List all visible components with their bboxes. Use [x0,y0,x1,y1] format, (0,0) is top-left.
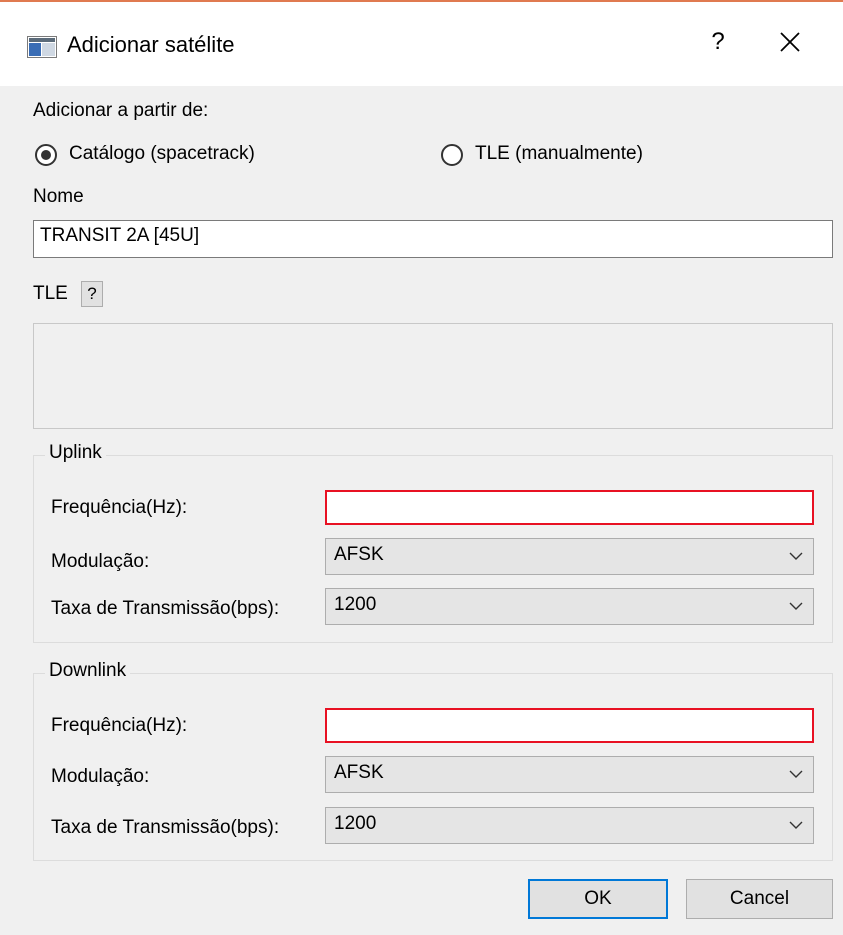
downlink-baud-label: Taxa de Transmissão(bps): [51,817,280,838]
uplink-baud-label: Taxa de Transmissão(bps): [51,598,280,619]
title-bar: Adicionar satélite ? [0,2,843,86]
close-icon[interactable] [776,28,804,56]
uplink-modulation-label: Modulação: [51,551,150,572]
radio-catalog-label[interactable]: Catálogo (spacetrack) [69,143,255,165]
dialog-body: Adicionar a partir de: Catálogo (spacetr… [0,86,843,935]
app-window-icon [27,36,57,58]
title-help-button[interactable]: ? [706,28,730,56]
downlink-modulation-label: Modulação: [51,766,150,787]
chevron-down-icon [789,770,803,778]
radio-manual-tle-label[interactable]: TLE (manualmente) [475,143,643,165]
radio-selected-dot [41,150,51,160]
uplink-frequency-field[interactable] [325,490,814,525]
source-label: Adicionar a partir de: [33,100,209,121]
ok-button[interactable]: OK [528,879,668,919]
downlink-baud-value: 1200 [334,813,377,834]
name-label: Nome [33,186,84,207]
downlink-modulation-value: AFSK [334,762,384,783]
uplink-baud-value: 1200 [334,594,377,615]
radio-catalog[interactable] [35,144,57,166]
downlink-baud-select[interactable]: 1200 [325,807,814,844]
downlink-group-title: Downlink [45,660,131,682]
downlink-modulation-select[interactable]: AFSK [325,756,814,793]
downlink-frequency-field[interactable] [325,708,814,743]
cancel-button[interactable]: Cancel [686,879,833,919]
uplink-modulation-value: AFSK [334,544,384,565]
tle-label: TLE [33,283,68,304]
uplink-group-title: Uplink [45,442,106,464]
chevron-down-icon [789,552,803,560]
chevron-down-icon [789,602,803,610]
tle-text-area[interactable] [33,323,833,429]
window-title: Adicionar satélite [67,32,235,57]
uplink-frequency-label: Frequência(Hz): [51,497,188,518]
chevron-down-icon [789,821,803,829]
uplink-modulation-select[interactable]: AFSK [325,538,814,575]
uplink-baud-select[interactable]: 1200 [325,588,814,625]
name-field[interactable]: TRANSIT 2A [45U] [33,220,833,258]
tle-help-button[interactable]: ? [81,281,103,307]
downlink-frequency-label: Frequência(Hz): [51,715,188,736]
radio-manual-tle[interactable] [441,144,463,166]
